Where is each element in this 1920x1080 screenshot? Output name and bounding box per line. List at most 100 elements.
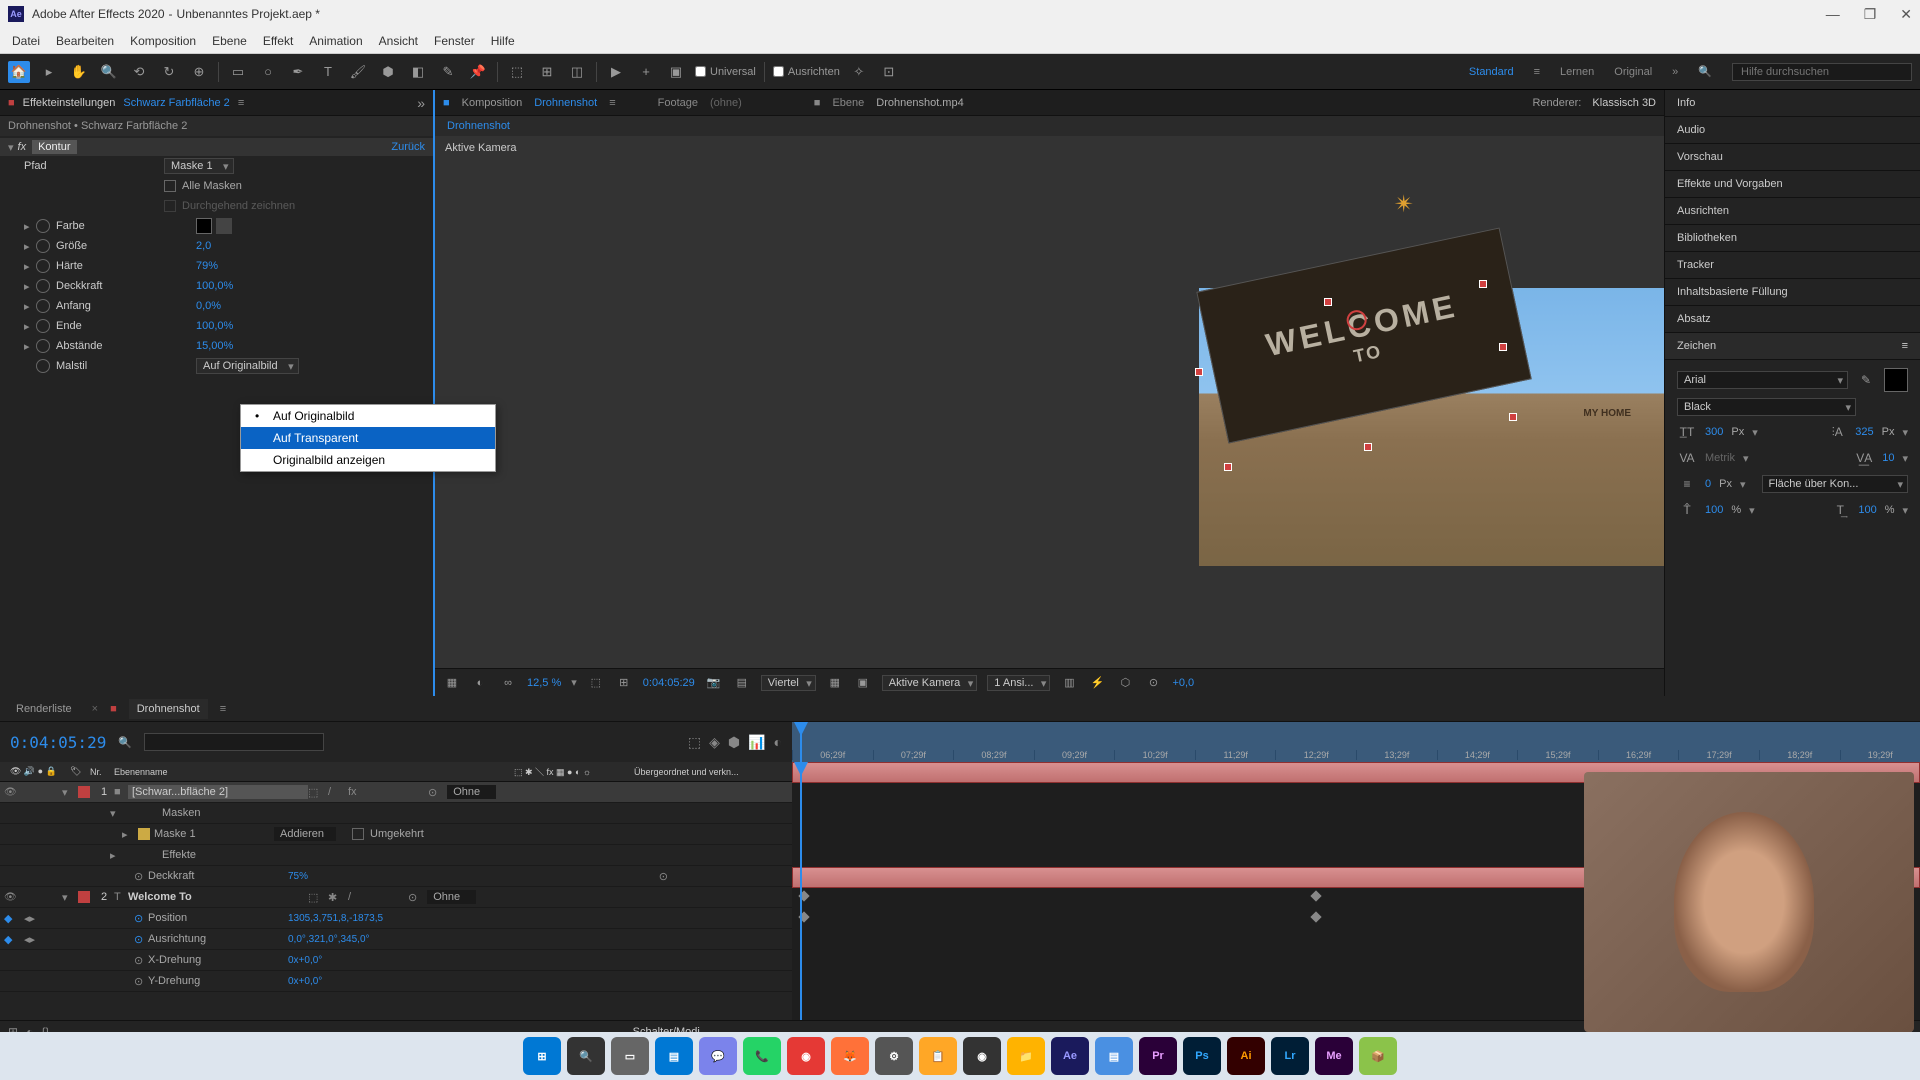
app-button[interactable]: 📋 — [919, 1037, 957, 1075]
hand-tool[interactable]: ✋ — [68, 61, 90, 83]
grid-icon[interactable]: ⊞ — [615, 674, 633, 692]
stopwatch-icon[interactable] — [36, 279, 50, 293]
motion-blur-icon[interactable]: ⬢ — [728, 734, 740, 751]
layer-search[interactable] — [144, 733, 324, 751]
rotate-tool[interactable]: ↻ — [158, 61, 180, 83]
playhead-line[interactable] — [800, 762, 802, 1020]
hscale[interactable]: 100 — [1858, 504, 1876, 516]
menu-fenster[interactable]: Fenster — [434, 34, 475, 48]
menu-datei[interactable]: Datei — [12, 34, 40, 48]
comp-preview[interactable]: WELCOME TO MY HOME — [1199, 288, 1664, 566]
billboard-layer[interactable]: WELCOME TO — [1196, 227, 1531, 443]
tab-renderliste[interactable]: Renderliste — [8, 699, 80, 719]
menu-hilfe[interactable]: Hilfe — [491, 34, 515, 48]
obs-button[interactable]: ◉ — [963, 1037, 1001, 1075]
stopwatch-icon[interactable] — [36, 299, 50, 313]
layer-maske1[interactable]: ▸ Maske 1 Addieren Umgekehrt — [0, 824, 792, 845]
stroke-width[interactable]: 0 — [1705, 478, 1711, 490]
vscale[interactable]: 100 — [1705, 504, 1723, 516]
snapshot-icon[interactable]: 📷 — [705, 674, 723, 692]
section-audio[interactable]: Audio — [1665, 117, 1920, 144]
pr-button[interactable]: Pr — [1139, 1037, 1177, 1075]
orbit-tool[interactable]: ⟲ — [128, 61, 150, 83]
mask-color[interactable] — [138, 828, 150, 840]
text-tool[interactable]: T — [317, 61, 339, 83]
parent-dropdown[interactable]: Ohne — [427, 890, 476, 904]
effect-header[interactable]: ▾ fx Kontur Zurück — [0, 138, 433, 156]
plus-tool[interactable]: + — [635, 61, 657, 83]
play-tool[interactable]: ▶ — [605, 61, 627, 83]
font-dropdown[interactable]: Arial — [1677, 371, 1848, 389]
timeline-timecode[interactable]: 0:04:05:29 — [10, 733, 106, 752]
local-axis-tool[interactable]: ⬚ — [506, 61, 528, 83]
tracking[interactable]: 10 — [1882, 452, 1894, 464]
3d-icon[interactable]: ∞ — [499, 674, 517, 692]
section-absatz[interactable]: Absatz — [1665, 306, 1920, 333]
handle[interactable] — [1509, 413, 1517, 421]
effects-tab[interactable]: Effekteinstellungen — [23, 97, 116, 109]
visibility-toggle[interactable]: 👁 — [4, 787, 18, 798]
viewer[interactable]: Aktive Kamera ✴ WELCOME TO MY HOME — [435, 136, 1664, 668]
layer-2[interactable]: 👁 ▾ 2 T Welcome To ⬚ ✱ / ⊙ Ohne — [0, 887, 792, 908]
exposure-value[interactable]: +0,0 — [1172, 677, 1194, 689]
light-icon[interactable]: ✴ — [1394, 190, 1414, 219]
handle[interactable] — [1224, 463, 1232, 471]
mask-icon[interactable]: ◐ — [471, 674, 489, 692]
color-swatch[interactable] — [196, 218, 212, 234]
draft-icon[interactable]: ◐ — [774, 734, 782, 751]
stopwatch-icon[interactable] — [36, 239, 50, 253]
fill-swatch[interactable] — [1884, 368, 1908, 392]
popup-item-original[interactable]: Auf Originalbild — [241, 405, 495, 427]
effect-reset[interactable]: Zurück — [391, 141, 425, 153]
me-button[interactable]: Me — [1315, 1037, 1353, 1075]
settings-button[interactable]: ⚙ — [875, 1037, 913, 1075]
handle[interactable] — [1324, 298, 1332, 306]
layer-color[interactable] — [78, 891, 90, 903]
stopwatch-icon[interactable] — [36, 359, 50, 373]
eyedropper-icon[interactable]: ✎ — [1856, 370, 1876, 390]
graph-icon[interactable]: 📊 — [748, 734, 765, 751]
handle[interactable] — [1195, 368, 1203, 376]
fast-preview-icon[interactable]: ⚡ — [1088, 674, 1106, 692]
handle[interactable] — [1364, 443, 1372, 451]
keyframe[interactable] — [1310, 911, 1321, 922]
menu-effekt[interactable]: Effekt — [263, 34, 293, 48]
abstaende-value[interactable]: 15,00 — [196, 340, 224, 352]
comp-breadcrumb[interactable]: Drohnenshot — [435, 116, 1664, 136]
menu-ebene[interactable]: Ebene — [212, 34, 247, 48]
ai-button[interactable]: Ai — [1227, 1037, 1265, 1075]
font-size[interactable]: 300 — [1705, 426, 1723, 438]
camera-dropdown[interactable]: Aktive Kamera — [882, 675, 978, 691]
anfang-value[interactable]: 0,0 — [196, 300, 211, 312]
anchor-tool[interactable]: ⊕ — [188, 61, 210, 83]
layer-position[interactable]: ◆◂▸ ⊙ Position 1305,3,751,8,-1873,5 — [0, 908, 792, 929]
transparency-icon[interactable]: ▦ — [826, 674, 844, 692]
layer-ydrehung[interactable]: ⊙ Y-Drehung 0x+0,0° — [0, 971, 792, 992]
brush-tool[interactable]: 🖌 — [347, 61, 369, 83]
app-button[interactable]: ▤ — [1095, 1037, 1133, 1075]
mask-tool[interactable]: ✧ — [848, 61, 870, 83]
shy-icon[interactable]: ⬚ — [688, 734, 701, 751]
leading[interactable]: 325 — [1855, 426, 1873, 438]
alle-masken-checkbox[interactable] — [164, 180, 176, 192]
comp-tab-name[interactable]: Drohnenshot — [534, 97, 597, 109]
pfad-dropdown[interactable]: Maske 1 — [164, 158, 234, 174]
mask-mode-dropdown[interactable]: Addieren — [274, 827, 336, 841]
snapping-toggle[interactable]: Universal — [695, 66, 756, 78]
eraser-tool[interactable]: ◧ — [407, 61, 429, 83]
layer-1[interactable]: 👁 ▾ 1 ■ [Schwar...bfläche 2] ⬚ / fx ⊙ Oh… — [0, 782, 792, 803]
puppet-tool[interactable]: 📌 — [467, 61, 489, 83]
handle[interactable] — [1499, 343, 1507, 351]
effect-name[interactable]: Kontur — [32, 140, 76, 154]
ausrichtung-val[interactable]: 0,0°,321,0°,345,0° — [288, 934, 370, 945]
firefox-button[interactable]: 🦊 — [831, 1037, 869, 1075]
layer-effekte[interactable]: ▸ Effekte — [0, 845, 792, 866]
frame-blend-icon[interactable]: ◈ — [709, 734, 720, 751]
panel-menu-icon[interactable]: » — [417, 95, 425, 111]
stopwatch-icon[interactable] — [36, 259, 50, 273]
playhead[interactable] — [800, 722, 802, 762]
close-button[interactable]: ✕ — [1900, 6, 1912, 23]
views-dropdown[interactable]: 1 Ansi... — [987, 675, 1050, 691]
popup-item-anzeigen[interactable]: Originalbild anzeigen — [241, 449, 495, 471]
explorer-button[interactable]: ▤ — [655, 1037, 693, 1075]
